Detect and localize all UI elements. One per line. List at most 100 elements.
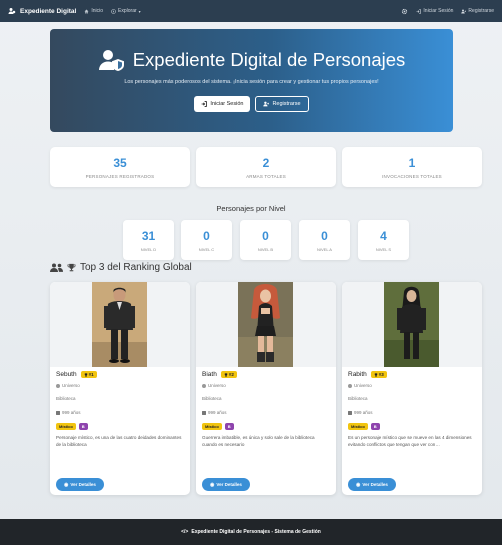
stat-card-invocaciones: 1 INVOCACIONES TOTALES xyxy=(342,147,482,187)
nav-link-inicio[interactable]: Inicio xyxy=(84,8,103,14)
nav-link-explorar[interactable]: Explorar ▾ xyxy=(111,8,141,14)
view-details-label: Ver Detalles xyxy=(216,482,242,487)
view-details-label: Ver Detalles xyxy=(362,482,388,487)
stat-value: 35 xyxy=(113,156,127,170)
footer: </> Expediente Digital de Personajes - S… xyxy=(0,519,502,545)
level-label: NIVEL S xyxy=(375,247,392,252)
universe-label: Universo xyxy=(208,383,226,388)
level-tag: B xyxy=(78,423,88,430)
level-card-s: 4 NIVEL S xyxy=(358,220,409,260)
universe-row: Universo xyxy=(348,383,372,388)
stat-value: 1 xyxy=(408,156,416,170)
character-card: Rabith #3 Universo Biblioteca 999 años M… xyxy=(342,282,482,495)
trophy-icon xyxy=(374,372,377,377)
nav-link-label: Inicio xyxy=(91,8,104,14)
character-card: Biath #2 Universo Biblioteca 999 años Mí… xyxy=(196,282,336,495)
type-tag: Místico xyxy=(56,423,76,430)
character-portrait xyxy=(92,282,147,367)
character-description: Guerrera imbatible, es única y solo sale… xyxy=(202,435,315,447)
rank-label: #1 xyxy=(88,372,94,377)
ranking-title: Top 3 del Ranking Global xyxy=(50,262,192,273)
age-row: 999 años xyxy=(348,410,373,415)
level-label: NIVEL A xyxy=(317,247,332,252)
view-details-button[interactable]: ◉ Ver Detalles xyxy=(56,478,104,491)
universe-label: Universo xyxy=(62,383,80,388)
calendar-icon xyxy=(56,410,60,415)
place-label: Biblioteca xyxy=(202,396,222,401)
level-tag: B xyxy=(224,423,234,430)
hero-login-button[interactable]: Iniciar Sesión xyxy=(194,96,251,112)
sign-in-icon xyxy=(416,8,422,14)
globe-icon xyxy=(348,383,352,388)
age-row: 999 años xyxy=(202,410,227,415)
rank-label: #3 xyxy=(378,372,384,377)
trophy-icon xyxy=(67,263,76,272)
character-description: Es un personaje místico que se mueve en … xyxy=(348,435,472,447)
calendar-icon xyxy=(202,410,206,415)
navbar-brand[interactable]: Expediente Digital xyxy=(8,7,76,15)
type-tag: Místico xyxy=(202,423,222,430)
hero-login-label: Iniciar Sesión xyxy=(210,101,244,107)
hero-register-button[interactable]: Registrarse xyxy=(255,96,309,112)
character-name: Sebuth xyxy=(56,371,77,378)
character-portrait xyxy=(238,282,293,367)
eye-icon: ◉ xyxy=(210,481,215,488)
user-plus-icon xyxy=(461,9,467,13)
stat-label: ARMAS TOTALES xyxy=(246,174,286,179)
view-details-label: Ver Detalles xyxy=(70,482,96,487)
nav-login-label: Iniciar Sesión xyxy=(423,8,454,14)
chevron-down-icon: ▾ xyxy=(138,8,141,14)
character-portrait xyxy=(384,282,439,367)
rank-badge: #1 xyxy=(80,371,97,378)
rank-badge: #2 xyxy=(220,371,237,378)
level-value: 0 xyxy=(203,229,210,243)
universe-row: Universo xyxy=(56,383,80,388)
rank-label: #2 xyxy=(228,372,234,377)
level-label: NIVEL D xyxy=(140,247,157,252)
universe-label: Universo xyxy=(354,383,372,388)
navbar: Expediente Digital Inicio Explorar ▾ Ini… xyxy=(0,0,502,22)
compass-icon xyxy=(111,8,116,14)
level-card-a: 0 NIVEL A xyxy=(299,220,350,260)
place-label: Biblioteca xyxy=(56,396,76,401)
rank-badge: #3 xyxy=(370,371,387,378)
nav-register-link[interactable]: Registrarse xyxy=(461,8,494,14)
trophy-icon xyxy=(224,372,228,377)
level-value: 0 xyxy=(262,229,269,243)
level-tag: B xyxy=(370,423,380,430)
gear-icon[interactable] xyxy=(401,8,408,15)
stat-label: INVOCACIONES TOTALES xyxy=(382,174,442,179)
levels-section-title: Personajes por Nivel xyxy=(216,204,286,213)
hero-register-label: Registrarse xyxy=(272,101,301,107)
card-image-area xyxy=(196,282,336,367)
user-plus-icon xyxy=(263,101,270,107)
code-icon: </> xyxy=(181,529,189,535)
level-label: NIVEL C xyxy=(198,247,215,252)
level-value: 31 xyxy=(141,229,156,243)
age-label: 999 años xyxy=(62,410,81,415)
globe-icon xyxy=(56,383,60,388)
hero-subtitle: Los personajes más poderosos del sistema… xyxy=(124,79,379,85)
hero-banner: Expediente Digital de Personajes Los per… xyxy=(50,29,453,132)
view-details-button[interactable]: ◉ Ver Detalles xyxy=(202,478,250,491)
view-details-button[interactable]: ◉ Ver Detalles xyxy=(348,478,396,491)
ranking-title-label: Top 3 del Ranking Global xyxy=(80,262,192,273)
type-tag: Místico xyxy=(348,423,368,430)
card-image-area xyxy=(50,282,190,367)
eye-icon: ◉ xyxy=(64,481,69,488)
place-label: Biblioteca xyxy=(348,396,368,401)
home-icon xyxy=(84,9,89,13)
level-value: 0 xyxy=(321,229,328,243)
stat-label: PERSONAJES REGISTRADOS xyxy=(85,174,155,179)
trophy-icon xyxy=(84,372,87,377)
level-card-d: 31 NIVEL D xyxy=(123,220,174,260)
sign-in-icon xyxy=(202,101,208,107)
nav-login-link[interactable]: Iniciar Sesión xyxy=(416,8,453,14)
character-card: Sebuth #1 Universo Biblioteca 999 años M… xyxy=(50,282,190,495)
users-icon xyxy=(50,263,63,272)
stat-card-armas: 2 ARMAS TOTALES xyxy=(196,147,336,187)
brand-label: Expediente Digital xyxy=(20,7,77,15)
age-label: 999 años xyxy=(208,410,227,415)
stat-card-personajes: 35 PERSONAJES REGISTRADOS xyxy=(50,147,190,187)
level-card-b: 0 NIVEL B xyxy=(240,220,291,260)
